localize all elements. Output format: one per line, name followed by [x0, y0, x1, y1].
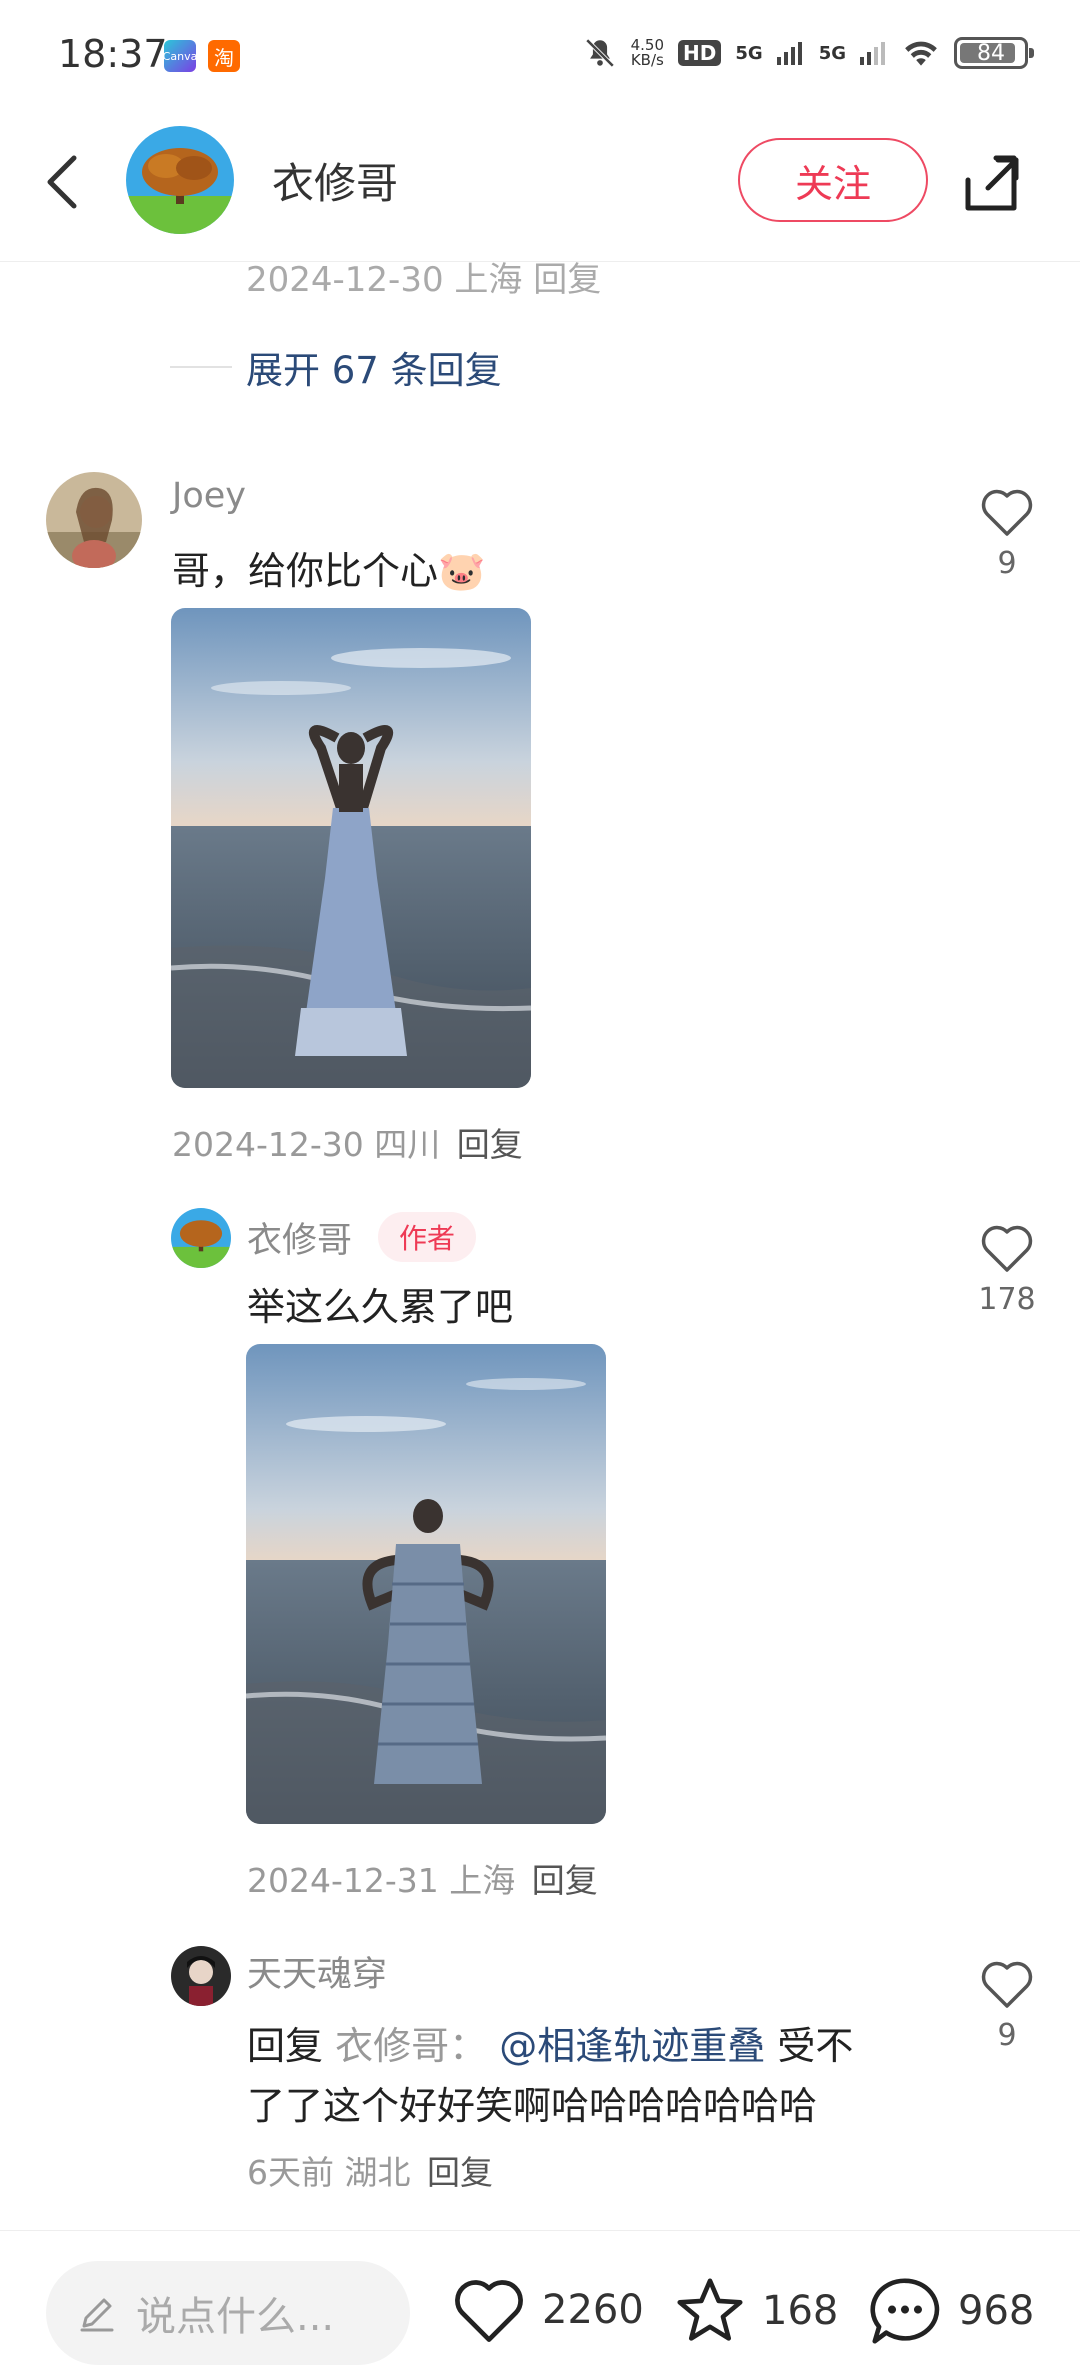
favorite-count: 168 [762, 2288, 839, 2334]
pencil-icon [80, 2298, 114, 2332]
status-icons: 4.50 KB/s HD 5G 5G 84 [583, 36, 1034, 70]
favorite-action[interactable]: 168 [672, 2275, 838, 2347]
like-action[interactable]: 2260 [450, 2275, 644, 2345]
comment-text: 举这么久累了吧 [247, 1285, 514, 1329]
taobao-app-icon: 淘 [208, 40, 240, 72]
reply-button[interactable]: 回复 [427, 2153, 493, 2192]
follow-button[interactable]: 关注 [738, 138, 928, 222]
mute-bell-icon [585, 38, 614, 68]
commenter-avatar[interactable] [171, 1208, 231, 1268]
signal-5g-2: 5G [818, 42, 846, 64]
comment-action[interactable]: 968 [866, 2275, 1034, 2347]
author-name[interactable]: 衣修哥 [272, 150, 398, 211]
expand-divider [170, 366, 232, 368]
comment-meta: 6天前 湖北 回复 [247, 2153, 493, 2192]
wifi-icon [905, 41, 937, 66]
commenter-avatar[interactable] [46, 472, 142, 568]
comment-like[interactable]: 178 [972, 1222, 1042, 1317]
heart-outline-icon[interactable] [979, 1222, 1035, 1274]
reply-to-name[interactable]: 衣修哥： [335, 2024, 487, 2068]
status-bar: 18:37 Canva 淘 4.50 KB/s HD 5G 5G 84 [0, 0, 1080, 110]
heart-outline-icon[interactable] [979, 1958, 1035, 2010]
comment-input[interactable]: 说点什么... [46, 2261, 410, 2365]
tree-avatar-image [171, 1208, 231, 1268]
battery-indicator: 84 [954, 37, 1034, 69]
heart-outline-icon[interactable] [979, 486, 1035, 538]
joey-avatar-image [46, 472, 142, 568]
tiantian-avatar-image [171, 1946, 231, 2006]
comment-bubble-icon[interactable] [866, 2275, 944, 2347]
net-speed: 4.50 KB/s [630, 36, 665, 69]
commenter-avatar[interactable] [171, 1946, 231, 2006]
like-count-total: 2260 [542, 2287, 644, 2333]
tree-avatar-image [126, 126, 234, 234]
author-avatar[interactable] [126, 126, 234, 234]
signal-bars-icon [776, 42, 802, 65]
comment-like[interactable]: 9 [972, 1958, 1042, 2053]
signal-5g-1: 5G [735, 42, 763, 64]
comment-username[interactable]: 天天魂穿 [247, 1946, 387, 1997]
reply-button[interactable]: 回复 [532, 1861, 598, 1900]
signal-bars-weak-icon [860, 42, 885, 65]
author-badge: 作者 [378, 1212, 476, 1262]
expand-replies-label[interactable]: 展开 67 条回复 [246, 340, 502, 394]
share-icon[interactable] [962, 152, 1024, 214]
beach-heart-photo [171, 608, 531, 1088]
comment-input-placeholder[interactable]: 说点什么... [136, 2284, 334, 2342]
like-count: 9 [997, 546, 1017, 581]
mention-link[interactable]: @相逢轨迹重叠 [499, 2024, 765, 2068]
back-arrow-icon[interactable] [40, 150, 88, 214]
comment-meta: 2024-12-30 四川 回复 [172, 1125, 523, 1164]
like-count: 178 [978, 1282, 1036, 1317]
canva-app-icon: Canva [163, 40, 197, 72]
post-header: 衣修哥 关注 [0, 110, 1080, 262]
comment-text: 回复 衣修哥： @相逢轨迹重叠 受不 了了这个好好笑啊哈哈哈哈哈哈哈 [247, 2024, 854, 2128]
comment-photo[interactable] [171, 608, 531, 1088]
reply-button[interactable]: 回复 [457, 1125, 523, 1164]
comment-photo[interactable] [246, 1344, 606, 1824]
status-time: 18:37 [58, 32, 168, 76]
like-count: 9 [997, 2018, 1017, 2053]
hd-indicator: HD [678, 40, 722, 66]
heart-icon[interactable] [450, 2275, 528, 2345]
comment-meta: 2024-12-31 上海 回复 [247, 1861, 598, 1900]
comment-username[interactable]: 衣修哥 [247, 1212, 352, 1263]
bottom-action-bar: 说点什么... 2260 168 968 [0, 2230, 1080, 2376]
comment-username[interactable]: Joey [172, 476, 246, 516]
beach-puffer-dress-photo [246, 1344, 606, 1824]
comment-text: 哥，给你比个心🐷 [172, 549, 486, 593]
comment-like[interactable]: 9 [972, 486, 1042, 581]
expand-replies[interactable]: 展开 67 条回复 [170, 340, 502, 394]
comment-count: 968 [958, 2288, 1035, 2334]
star-icon[interactable] [672, 2275, 748, 2347]
